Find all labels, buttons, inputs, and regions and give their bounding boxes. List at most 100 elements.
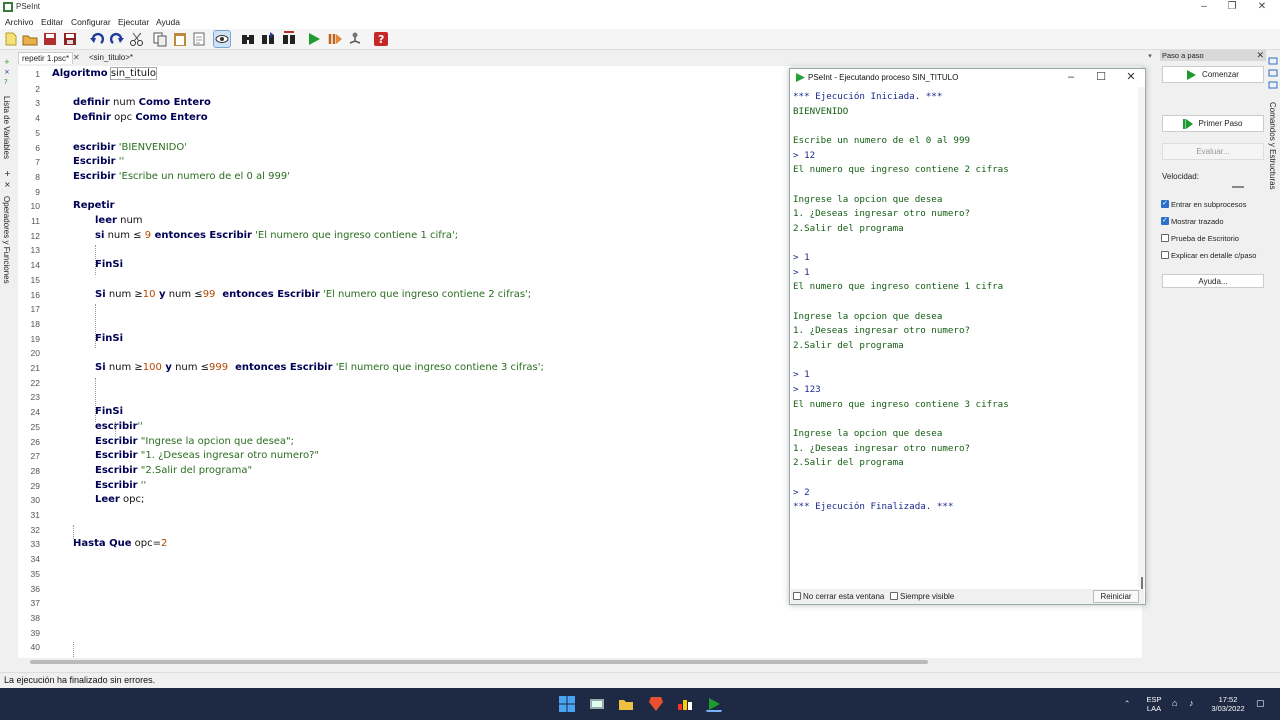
console-output[interactable]: *** Ejecución Iniciada. *** BIENVENIDO Esc… bbox=[791, 87, 1136, 587]
console-line: > 1 bbox=[793, 252, 810, 264]
code-line[interactable]: escribir'' bbox=[95, 421, 143, 432]
commands-tab[interactable]: Comandos y Estructuras bbox=[1268, 102, 1277, 190]
line-number: 19 bbox=[30, 333, 40, 344]
undo-icon[interactable] bbox=[89, 31, 105, 47]
code-line[interactable]: FinSi bbox=[95, 259, 123, 270]
chevron-up-icon[interactable]: ⌃ bbox=[1124, 699, 1130, 708]
network-icon[interactable]: ⌂ bbox=[1172, 698, 1177, 708]
save-as-icon[interactable] bbox=[62, 31, 78, 47]
chevron-down-icon[interactable]: ▾ bbox=[1146, 52, 1154, 62]
draw-diagram-icon[interactable] bbox=[347, 31, 363, 47]
structures-icon[interactable] bbox=[1268, 56, 1278, 96]
code-line[interactable]: Algoritmo sin_titulo bbox=[52, 67, 158, 80]
volume-icon[interactable]: ♪ bbox=[1189, 698, 1194, 708]
close-icon[interactable]: ✕ bbox=[1256, 50, 1264, 61]
language-indicator[interactable]: ESP LAA bbox=[1142, 695, 1166, 713]
code-line[interactable]: FinSi bbox=[95, 333, 123, 344]
windows-start-icon[interactable] bbox=[559, 696, 575, 712]
option-checkbox[interactable] bbox=[1161, 216, 1169, 225]
code-line[interactable]: Si num ≥100 y num ≤999 entonces Escribir… bbox=[95, 362, 544, 373]
code-line[interactable]: Hasta Que opc=2 bbox=[73, 538, 167, 549]
replace-icon[interactable] bbox=[260, 31, 276, 47]
taskbar: ⌃ ESP LAA ⌂ ♪ 17:52 3/03/2022 ▢ bbox=[0, 688, 1280, 720]
console-line: 2.Salir del programa bbox=[793, 457, 904, 469]
copy-icon[interactable] bbox=[152, 31, 168, 47]
code-line[interactable]: Si num ≥10 y num ≤99 entonces Escribir '… bbox=[95, 289, 531, 300]
code-line[interactable]: Definir opc Como Entero bbox=[73, 112, 208, 123]
operators-icon[interactable]: + × bbox=[3, 168, 13, 192]
step-icon[interactable] bbox=[327, 31, 343, 47]
code-line[interactable]: escribir 'BIENVENIDO' bbox=[73, 142, 187, 153]
variables-tab[interactable]: Lista de Variables bbox=[2, 96, 11, 159]
restart-button[interactable]: Reiniciar bbox=[1093, 590, 1139, 603]
paste-icon[interactable] bbox=[172, 31, 188, 47]
search-icon[interactable] bbox=[240, 31, 256, 47]
code-line[interactable]: Escribir "1. ¿Deseas ingresar otro numer… bbox=[95, 450, 319, 461]
tab-repetir[interactable]: repetir 1.psc* bbox=[18, 52, 74, 64]
first-step-button[interactable]: Primer Paso bbox=[1162, 115, 1264, 132]
code-line[interactable]: Escribir '' bbox=[95, 480, 146, 491]
code-line[interactable]: leer num bbox=[95, 215, 143, 226]
code-line[interactable]: Leer opc; bbox=[95, 494, 144, 505]
restore-icon[interactable]: ❐ bbox=[1218, 0, 1246, 14]
editor-vertical-scrollbar[interactable]: ▾ bbox=[1145, 52, 1155, 658]
brave-browser-icon[interactable] bbox=[648, 696, 664, 712]
save-icon[interactable] bbox=[42, 31, 58, 47]
menu-ayuda[interactable]: Ayuda bbox=[156, 17, 180, 27]
help-icon[interactable]: ? bbox=[373, 31, 389, 47]
close-icon[interactable]: ✕ bbox=[1116, 69, 1146, 86]
edit-icon[interactable] bbox=[192, 31, 208, 47]
code-line[interactable]: Repetir bbox=[73, 200, 115, 211]
menu-archivo[interactable]: Archivo bbox=[5, 17, 33, 27]
menu-configurar[interactable]: Configurar bbox=[71, 17, 111, 27]
variables-icon[interactable]: + ×? bbox=[3, 56, 13, 86]
open-file-icon[interactable] bbox=[22, 31, 38, 47]
title-bar: PSeInt – ❐ ✕ bbox=[0, 0, 1280, 14]
tab-close-icon[interactable]: ✕ bbox=[73, 53, 80, 62]
code-line[interactable]: FinSi bbox=[95, 406, 123, 417]
new-file-icon[interactable] bbox=[3, 31, 19, 47]
run-icon[interactable] bbox=[306, 31, 322, 47]
notification-icon[interactable]: ▢ bbox=[1256, 698, 1265, 709]
line-number: 32 bbox=[30, 524, 40, 535]
code-line[interactable]: si num ≤ 9 entonces Escribir 'El numero … bbox=[95, 230, 458, 241]
always-visible-checkbox[interactable] bbox=[890, 592, 898, 600]
maximize-icon[interactable]: ☐ bbox=[1086, 69, 1116, 86]
cut-icon[interactable] bbox=[129, 31, 145, 47]
code-line[interactable]: Escribir "Ingrese la opcion que desea"; bbox=[95, 436, 294, 447]
file-explorer-icon[interactable] bbox=[618, 696, 634, 712]
help-button[interactable]: Ayuda... bbox=[1162, 274, 1264, 288]
debug-eye-icon[interactable] bbox=[213, 30, 231, 48]
language-code: ESP bbox=[1146, 695, 1162, 704]
code-line[interactable]: definir num Como Entero bbox=[73, 97, 211, 108]
minimize-icon[interactable]: – bbox=[1190, 0, 1218, 14]
tab-sin-titulo[interactable]: <sin_titulo>* bbox=[86, 52, 136, 64]
line-number: 28 bbox=[30, 465, 40, 476]
code-line[interactable]: Escribir '' bbox=[73, 156, 124, 167]
redo-icon[interactable] bbox=[109, 31, 125, 47]
option-checkbox[interactable] bbox=[1161, 199, 1169, 208]
start-button[interactable]: Comenzar bbox=[1162, 66, 1264, 83]
line-number: 29 bbox=[30, 480, 40, 491]
app-icon[interactable] bbox=[677, 696, 693, 712]
format-icon[interactable] bbox=[281, 31, 297, 47]
code-line[interactable]: Escribir "2.Salir del programa" bbox=[95, 465, 252, 476]
editor-horizontal-scrollbar[interactable] bbox=[30, 660, 928, 664]
code-line[interactable]: Escribir 'Escribe un numero de el 0 al 9… bbox=[73, 171, 290, 182]
menu-editar[interactable]: Editar bbox=[41, 17, 63, 27]
pseint-taskbar-icon[interactable] bbox=[706, 696, 722, 712]
line-number: 23 bbox=[30, 392, 40, 403]
close-icon[interactable]: ✕ bbox=[1248, 0, 1276, 14]
menu-ejecutar[interactable]: Ejecutar bbox=[118, 17, 149, 27]
no-close-checkbox[interactable] bbox=[793, 592, 801, 600]
option-checkbox[interactable] bbox=[1161, 234, 1169, 242]
speed-slider[interactable] bbox=[1232, 186, 1244, 188]
operators-tab[interactable]: Operadores y Funciones bbox=[2, 196, 11, 284]
task-view-icon[interactable] bbox=[589, 696, 605, 712]
code-token-var: num bbox=[116, 215, 143, 226]
evaluate-button[interactable]: Evaluar... bbox=[1162, 143, 1264, 160]
console-scrollbar[interactable] bbox=[1138, 87, 1145, 587]
clock[interactable]: 17:52 3/03/2022 bbox=[1206, 695, 1250, 713]
option-checkbox[interactable] bbox=[1161, 251, 1169, 259]
minimize-icon[interactable]: – bbox=[1056, 69, 1086, 86]
